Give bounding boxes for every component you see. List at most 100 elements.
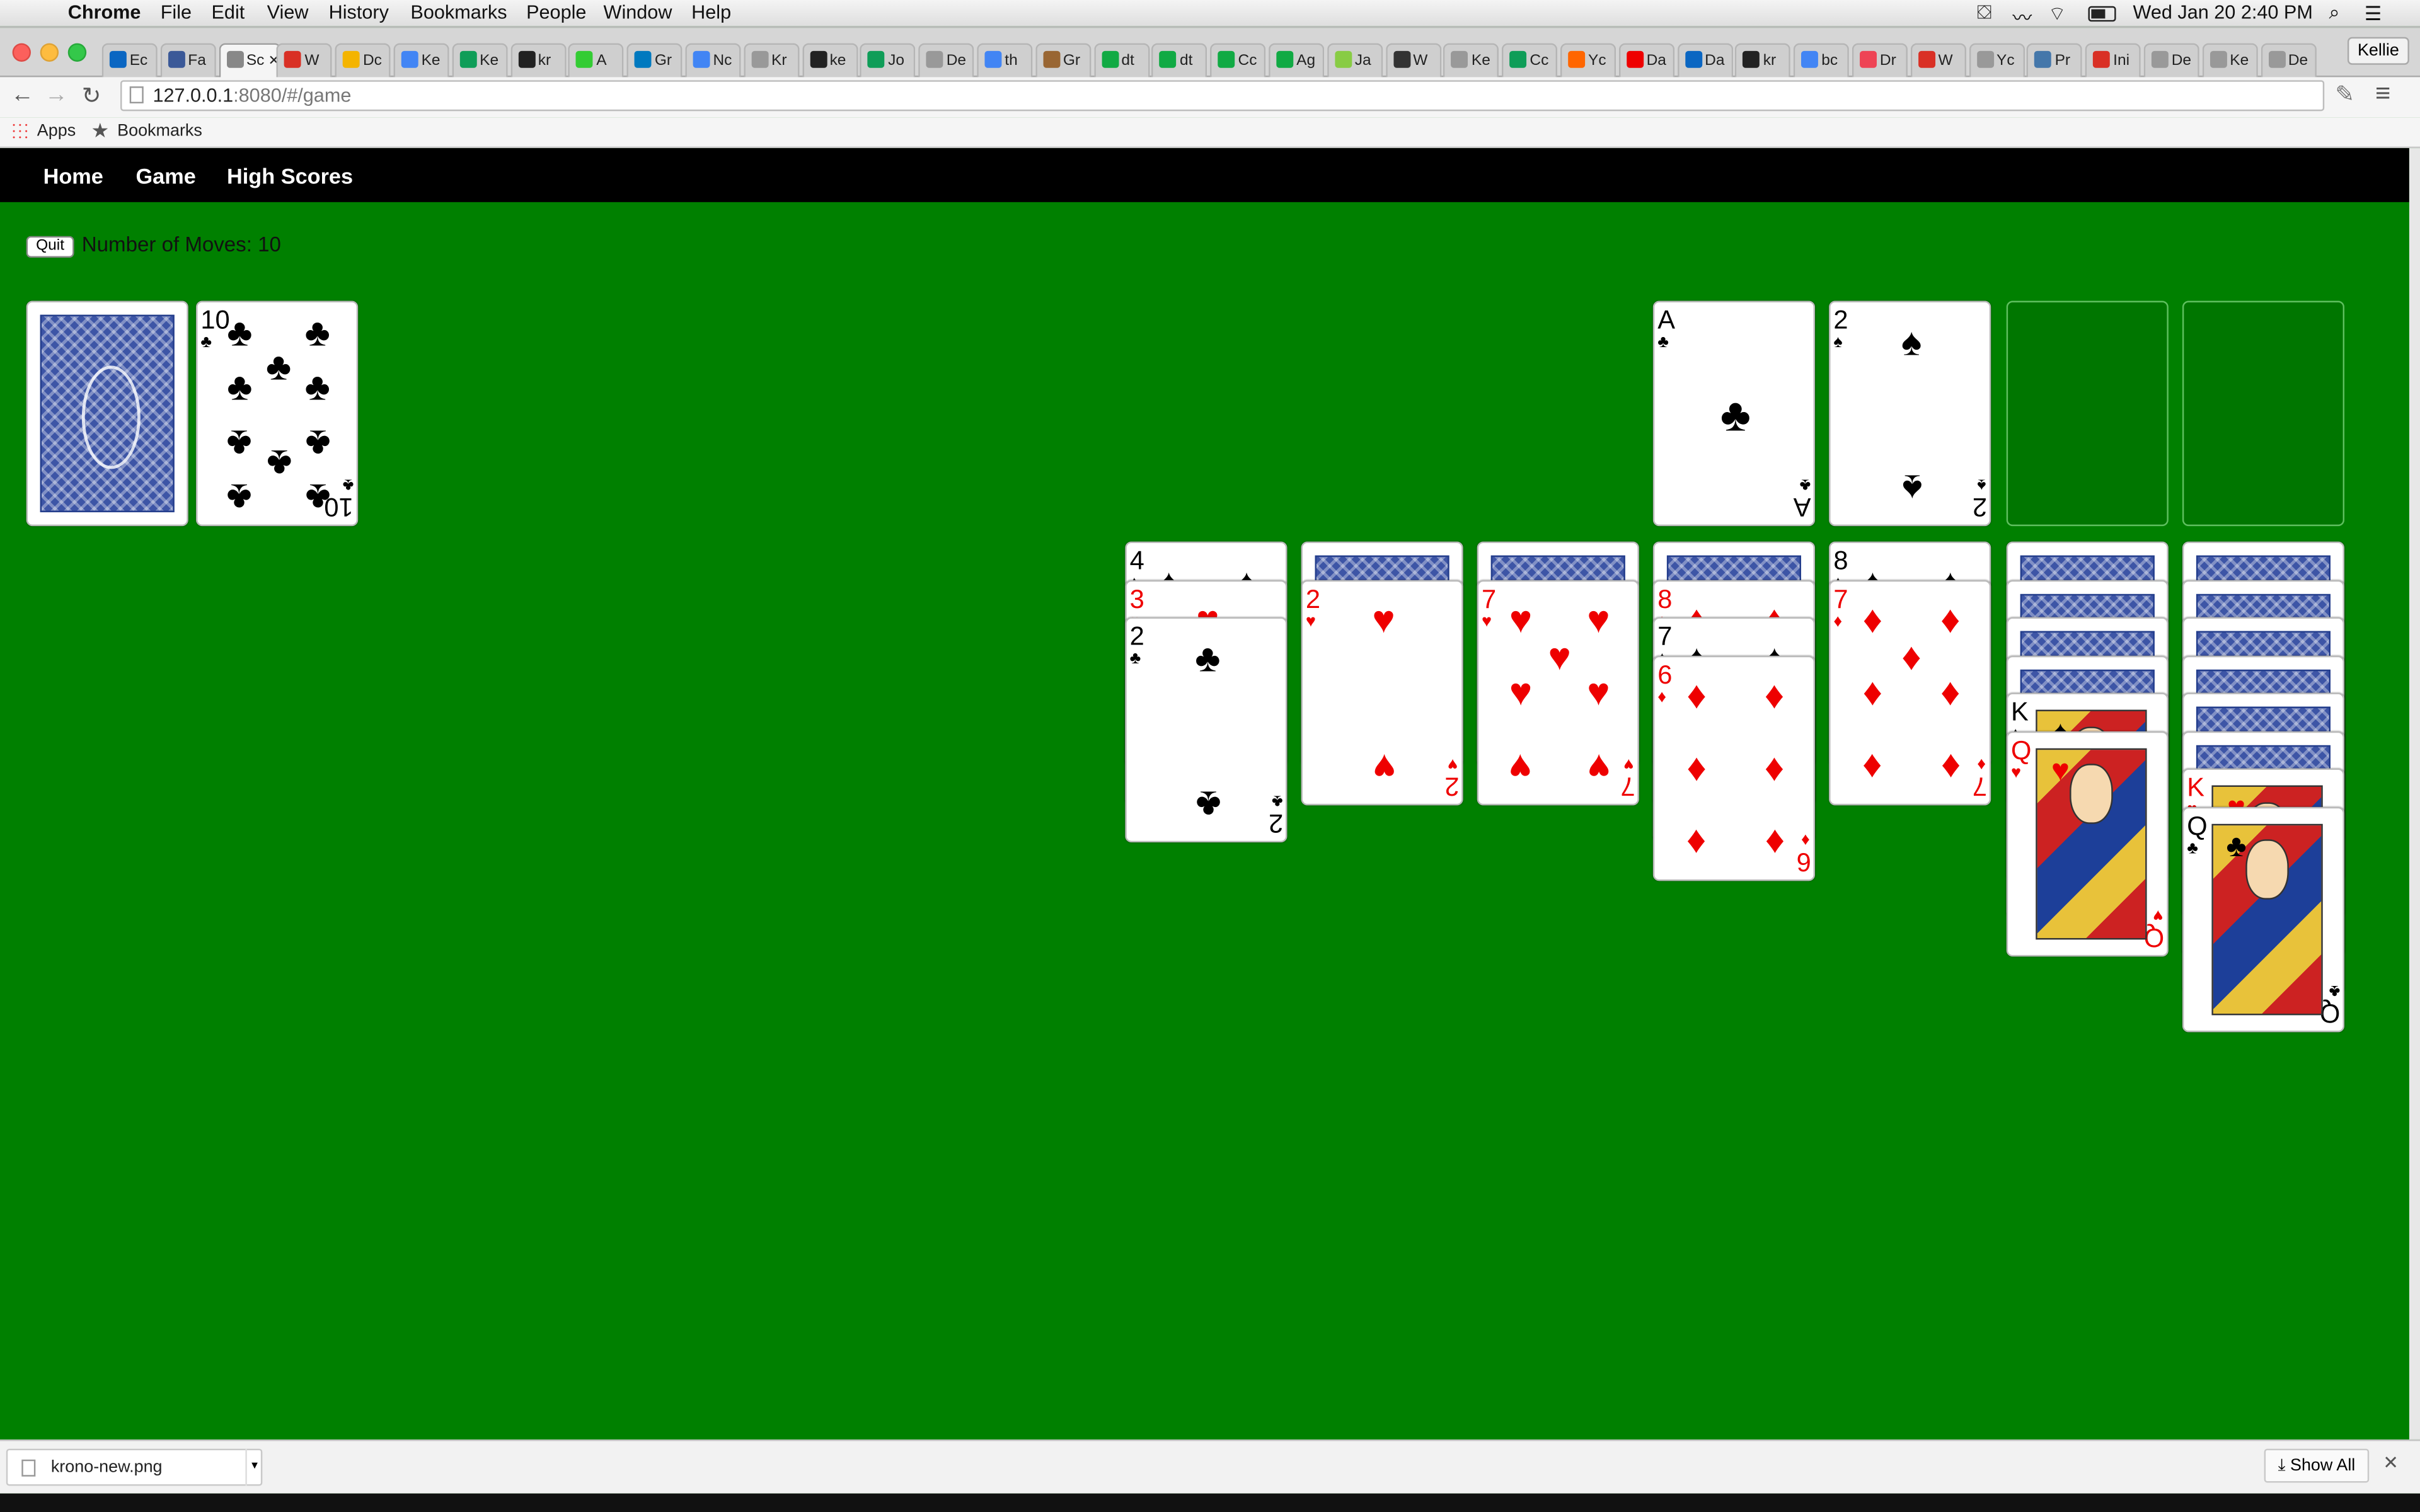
tab-favicon-icon xyxy=(343,50,360,68)
card-suit-icon: ♥ xyxy=(2011,763,2022,782)
browser-tab[interactable]: W xyxy=(277,43,333,77)
browser-tab[interactable]: Yc xyxy=(1560,43,1616,77)
browser-tab[interactable]: Da xyxy=(1618,43,1674,77)
browser-tab[interactable]: Dc xyxy=(335,43,391,77)
browser-tab[interactable]: Gr xyxy=(1035,43,1091,77)
browser-tab[interactable]: Ini xyxy=(2085,43,2141,77)
browser-tab[interactable]: Nc xyxy=(685,43,741,77)
menu-file[interactable]: File xyxy=(161,1,192,23)
browser-tab[interactable]: Ke xyxy=(1443,43,1499,77)
browser-tab[interactable]: Ke xyxy=(393,43,449,77)
menu-people[interactable]: People xyxy=(526,1,586,23)
browser-tab[interactable]: th xyxy=(977,43,1033,77)
menu-edit[interactable]: Edit xyxy=(212,1,245,23)
battery-icon[interactable] xyxy=(2088,6,2116,22)
browser-tab[interactable]: Yc xyxy=(1968,43,2025,77)
browser-tab[interactable]: Kr xyxy=(743,43,800,77)
menu-bookmarks[interactable]: Bookmarks xyxy=(410,1,507,23)
foundation-card[interactable]: 2 ♠ 2 ♠ ♠ ♠ xyxy=(1829,301,1991,527)
browser-tab[interactable]: Dr xyxy=(1852,43,1908,77)
apps-grid-icon[interactable] xyxy=(11,122,28,139)
forward-arrow-icon[interactable]: → xyxy=(45,82,68,108)
browser-tab[interactable]: De xyxy=(2143,43,2199,77)
card-rank: 3 xyxy=(1129,583,1144,614)
window-minimize-icon[interactable] xyxy=(40,43,59,62)
nav-game-link[interactable]: Game xyxy=(136,164,196,188)
browser-tab[interactable]: bc xyxy=(1794,43,1850,77)
extension-icon[interactable]: ✎ xyxy=(2335,80,2354,108)
chrome-menu-icon[interactable]: ≡ xyxy=(2375,79,2390,110)
browser-tab[interactable]: Ke xyxy=(2202,43,2258,77)
browser-tab[interactable]: Ag xyxy=(1269,43,1325,77)
browser-tab[interactable]: kr xyxy=(1735,43,1791,77)
browser-tab[interactable]: Cc xyxy=(1210,43,1266,77)
waste-card[interactable]: 10 ♣ 10 ♣ ♣ ♣ ♣ ♣ ♣ ♣ ♣ ♣ ♣ ♣ xyxy=(196,301,359,527)
browser-tab[interactable]: Ec xyxy=(101,43,158,77)
browser-tab[interactable]: De xyxy=(2260,43,2316,77)
wifi-icon[interactable]: ⌔ xyxy=(2048,1,2066,26)
show-all-downloads-button[interactable]: ⤓ Show All xyxy=(2264,1448,2370,1483)
card-rank: 8 xyxy=(1657,583,1673,614)
window-close-icon[interactable] xyxy=(12,43,31,62)
browser-tab[interactable]: De xyxy=(918,43,974,77)
tableau-card[interactable]: Q ♣ Q ♣ ♣ xyxy=(2182,806,2345,1032)
menu-help[interactable]: Help xyxy=(691,1,731,23)
browser-tab[interactable]: Fa xyxy=(160,43,216,77)
menu-history[interactable]: History xyxy=(329,1,389,23)
foundation-empty-slot[interactable] xyxy=(2006,301,2169,527)
browser-tab[interactable]: Gr xyxy=(626,43,683,77)
foundation-empty-slot[interactable] xyxy=(2182,301,2345,527)
profile-button[interactable]: Kellie xyxy=(2347,37,2409,65)
browser-tab[interactable]: W xyxy=(1385,43,1441,77)
foundation-card[interactable]: A ♣ A ♣ ♣ xyxy=(1652,301,1816,527)
menubar-clock[interactable]: Wed Jan 20 2:40 PM xyxy=(2133,1,2313,23)
window-zoom-icon[interactable] xyxy=(67,43,87,62)
url-host: 127.0.0.1 xyxy=(153,84,234,106)
back-arrow-icon[interactable]: ← xyxy=(11,82,34,108)
spotlight-search-icon[interactable]: ⌕ xyxy=(2329,1,2340,25)
browser-tab[interactable]: Ke xyxy=(452,43,508,77)
bookmark-folder[interactable]: Bookmarks xyxy=(117,122,202,140)
browser-tab[interactable]: Sc ✕ xyxy=(218,43,280,77)
browser-tab[interactable]: Cc xyxy=(1502,43,1558,77)
nav-high-scores-link[interactable]: High Scores xyxy=(227,164,353,188)
tableau-card[interactable]: 6 ♦ 6 ♦ ♦ ♦ ♦ ♦ ♦ ♦ xyxy=(1652,655,1816,881)
tab-favicon-icon xyxy=(926,50,943,68)
browser-tab[interactable]: Jo xyxy=(860,43,916,77)
tableau-card[interactable]: 2 ♣ 2 ♣ ♣ ♣ xyxy=(1125,617,1288,843)
tableau-card[interactable]: 2 ♥ 2 ♥ ♥ ♥ xyxy=(1301,579,1463,805)
browser-tab[interactable]: dt xyxy=(1151,43,1208,77)
browser-tab[interactable]: Ja xyxy=(1327,43,1383,77)
browser-tab[interactable]: Pr xyxy=(2027,43,2083,77)
menu-window[interactable]: Window xyxy=(604,1,672,23)
tableau-card[interactable]: 7 ♦ 7 ♦ ♦ ♦ ♦ ♦ ♦ ♦ ♦ xyxy=(1829,579,1991,805)
card-back-pattern xyxy=(40,314,175,513)
tableau-card[interactable]: Q ♥ Q ♥ ♥ xyxy=(2006,730,2169,956)
reload-icon[interactable]: ↻ xyxy=(82,82,101,110)
menu-app-name[interactable]: Chrome xyxy=(68,1,141,23)
browser-tab[interactable]: A xyxy=(568,43,625,77)
card-pip-icon: ♦ xyxy=(1686,747,1707,790)
bookmark-apps[interactable]: Apps xyxy=(37,122,76,140)
address-bar[interactable]: 127.0.0.1:8080/#/game xyxy=(120,80,2325,112)
download-options-chevron-icon[interactable]: ▾ xyxy=(245,1448,262,1486)
tab-favicon-icon xyxy=(1160,50,1177,68)
close-shelf-icon[interactable]: ✕ xyxy=(2383,1452,2399,1474)
dropbox-icon[interactable]: ⛋ xyxy=(1977,1,1991,25)
tableau-card[interactable]: 7 ♥ 7 ♥ ♥ ♥ ♥ ♥ ♥ ♥ ♥ xyxy=(1477,579,1639,805)
nav-home-link[interactable]: Home xyxy=(43,164,103,188)
browser-tab[interactable]: ke xyxy=(802,43,858,77)
page-icon xyxy=(129,86,144,104)
download-item[interactable]: krono-new.png xyxy=(6,1448,263,1486)
activity-icon[interactable]: 〰 xyxy=(2012,1,2032,31)
browser-tab[interactable]: Da xyxy=(1677,43,1733,77)
card-back[interactable] xyxy=(26,301,188,527)
browser-tab[interactable]: dt xyxy=(1093,43,1150,77)
menu-view[interactable]: View xyxy=(267,1,309,23)
quit-button[interactable]: Quit xyxy=(26,236,74,258)
browser-tab[interactable]: kr xyxy=(510,43,566,77)
card-rank: 2 xyxy=(1267,808,1283,838)
notification-center-icon[interactable]: ☰ xyxy=(2365,1,2382,25)
tab-title: Gr xyxy=(1063,52,1081,70)
browser-tab[interactable]: W xyxy=(1910,43,1966,77)
